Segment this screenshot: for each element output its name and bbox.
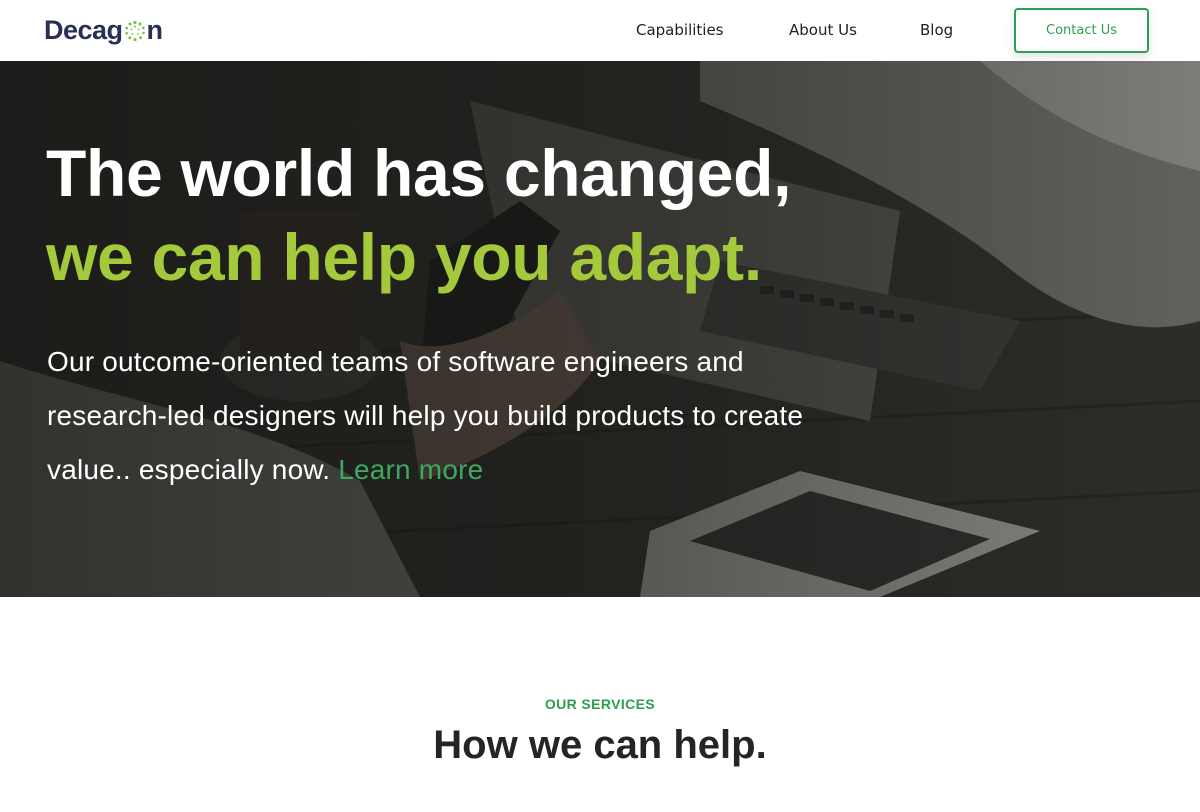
logo-ring-icon bbox=[124, 20, 145, 42]
hero-title: The world has changed, we can help you a… bbox=[46, 131, 1046, 299]
logo-text-prefix: Decag bbox=[44, 15, 123, 45]
learn-more-link[interactable]: Learn more bbox=[338, 454, 483, 485]
nav-capabilities[interactable]: Capabilities bbox=[636, 20, 724, 40]
hero-title-line-2: we can help you adapt. bbox=[46, 220, 762, 294]
site-header: Decag n Capabilities About Us Blog Conta… bbox=[0, 0, 1200, 61]
services-eyebrow: OUR SERVICES bbox=[544, 696, 656, 712]
nav-blog[interactable]: Blog bbox=[920, 20, 953, 40]
hero-section: The world has changed, we can help you a… bbox=[0, 61, 1200, 597]
logo-text-suffix: n bbox=[146, 15, 164, 45]
nav-about-us[interactable]: About Us bbox=[789, 20, 857, 40]
contact-us-button[interactable]: Contact Us bbox=[1014, 8, 1149, 53]
decagon-logo[interactable]: Decag n bbox=[44, 14, 163, 46]
hero-description: Our outcome-oriented teams of software e… bbox=[47, 335, 867, 497]
services-heading: How we can help. bbox=[433, 723, 767, 767]
hero-title-line-1: The world has changed, bbox=[46, 136, 792, 210]
